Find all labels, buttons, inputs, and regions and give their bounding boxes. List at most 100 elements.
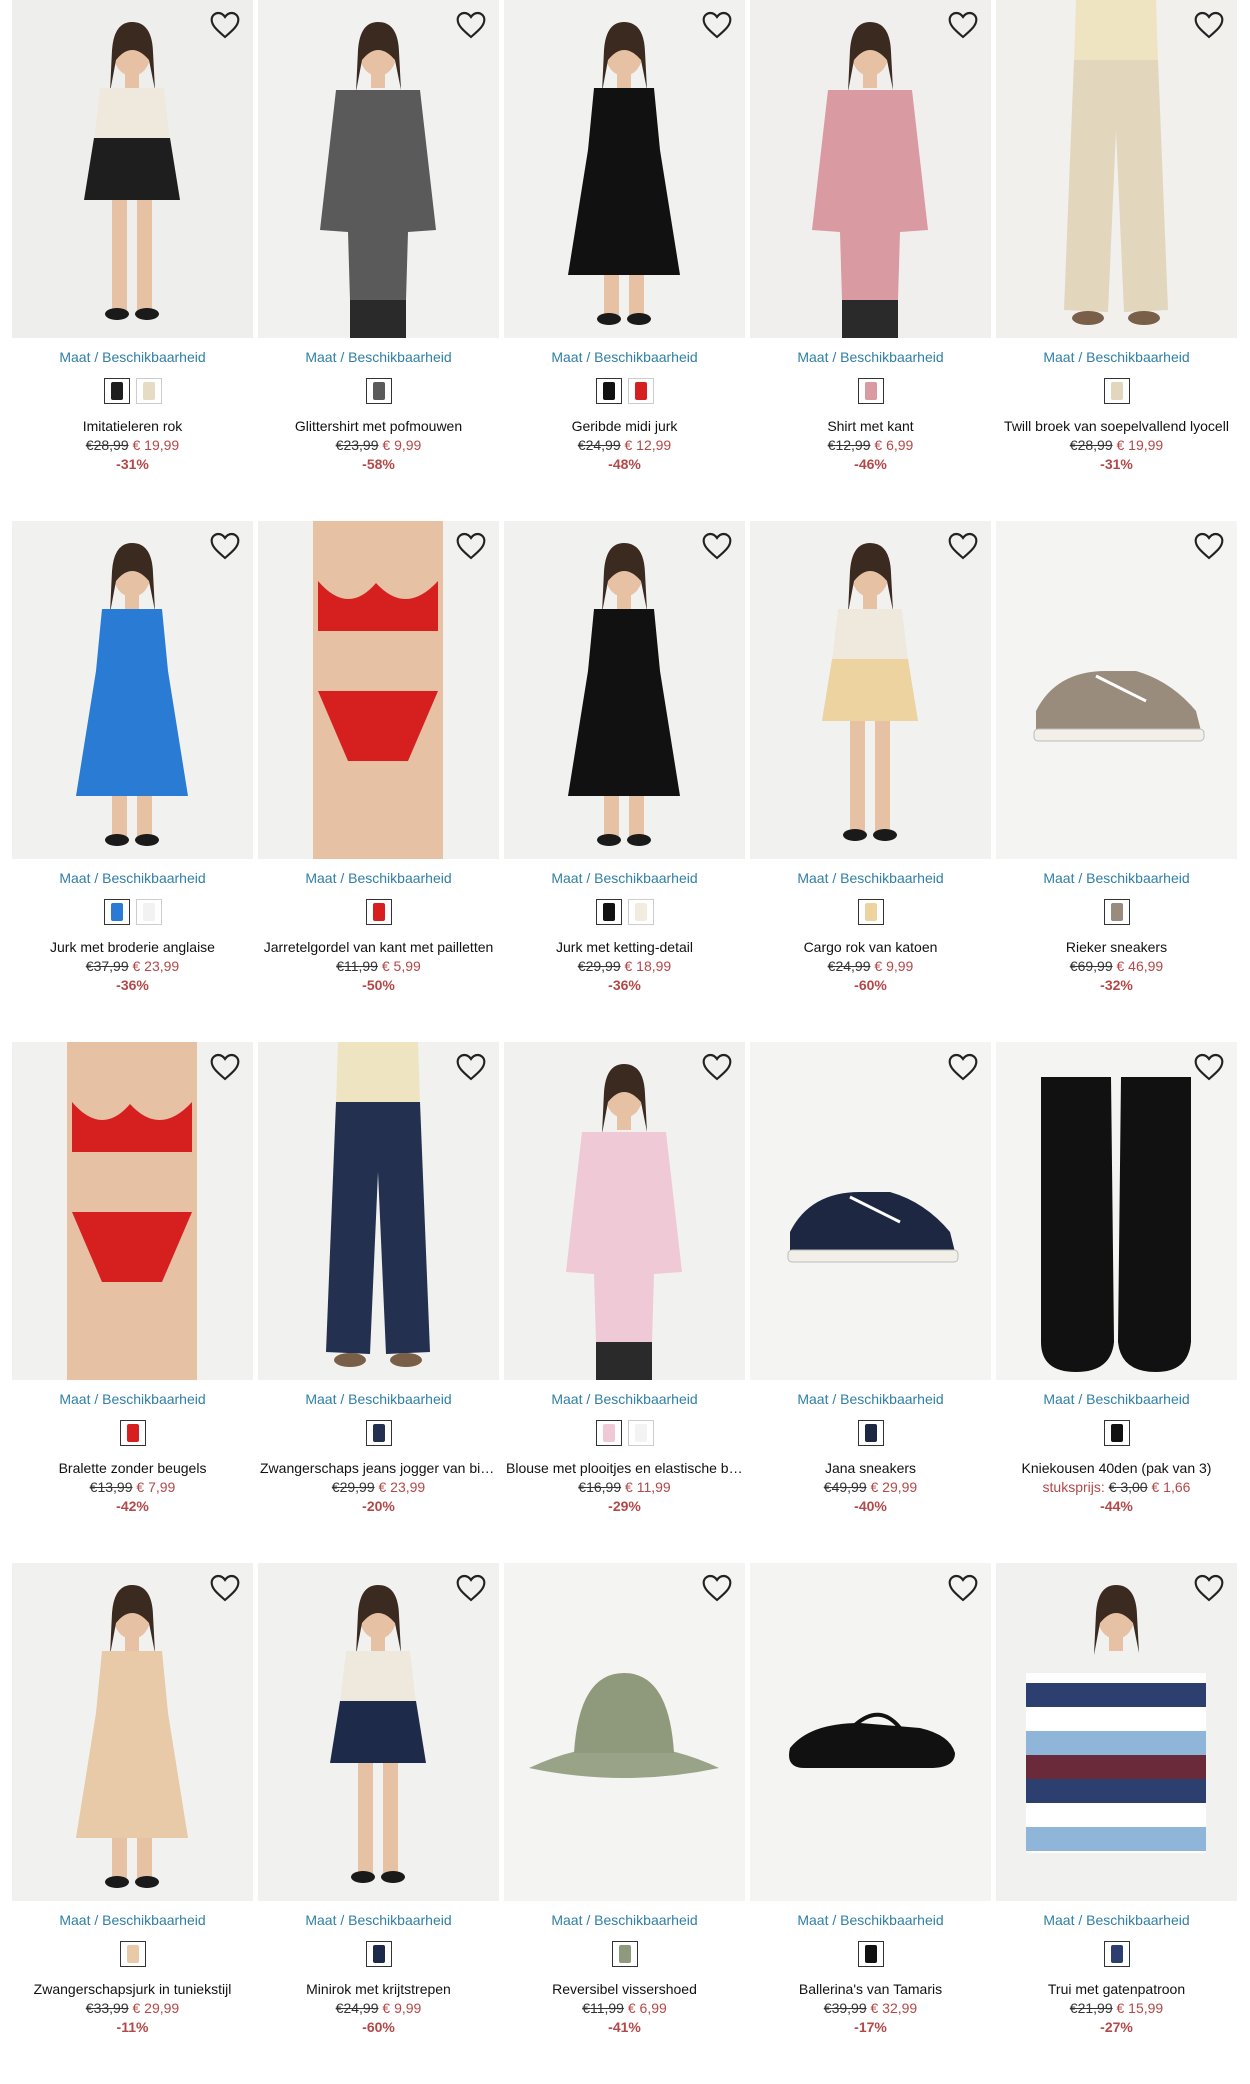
product-image[interactable] <box>750 1563 991 1901</box>
size-availability-link[interactable]: Maat / Beschikbaarheid <box>12 1912 253 1928</box>
color-swatch[interactable] <box>627 378 654 404</box>
product-name[interactable]: Imitatieleren rok <box>12 418 253 434</box>
product-name[interactable]: Minirok met krijtstrepen <box>258 1981 499 1997</box>
color-swatch[interactable] <box>119 1420 146 1446</box>
product-card[interactable]: Maat / Beschikbaarheid Kniekousen 40den … <box>996 1042 1237 1563</box>
product-image[interactable] <box>996 521 1237 859</box>
product-image[interactable] <box>12 0 253 338</box>
color-swatch[interactable] <box>857 1420 884 1446</box>
color-swatch[interactable] <box>135 378 162 404</box>
product-card[interactable]: Maat / Beschikbaarheid Cargo rok van kat… <box>750 521 991 1042</box>
product-card[interactable]: Maat / Beschikbaarheid Minirok met krijt… <box>258 1563 499 2084</box>
color-swatch[interactable] <box>365 1420 392 1446</box>
product-name[interactable]: Kniekousen 40den (pak van 3) <box>996 1460 1237 1476</box>
product-card[interactable]: Maat / Beschikbaarheid Reversibel visser… <box>504 1563 745 2084</box>
color-swatch[interactable] <box>135 899 162 925</box>
wishlist-heart-icon[interactable] <box>209 10 241 40</box>
product-name[interactable]: Jurk met ketting-detail <box>504 939 745 955</box>
wishlist-heart-icon[interactable] <box>1193 1573 1225 1603</box>
color-swatch[interactable] <box>595 378 622 404</box>
wishlist-heart-icon[interactable] <box>701 10 733 40</box>
product-card[interactable]: Maat / Beschikbaarheid Jurk met broderie… <box>12 521 253 1042</box>
product-card[interactable]: Maat / Beschikbaarheid Jana sneakers €49… <box>750 1042 991 1563</box>
product-card[interactable]: Maat / Beschikbaarheid Geribde midi jurk… <box>504 0 745 521</box>
product-card[interactable]: Maat / Beschikbaarheid Trui met gatenpat… <box>996 1563 1237 2084</box>
product-image[interactable] <box>750 1042 991 1380</box>
wishlist-heart-icon[interactable] <box>1193 531 1225 561</box>
color-swatch[interactable] <box>365 378 392 404</box>
product-name[interactable]: Cargo rok van katoen <box>750 939 991 955</box>
product-name[interactable]: Jarretelgordel van kant met pailletten <box>258 939 499 955</box>
size-availability-link[interactable]: Maat / Beschikbaarheid <box>258 1912 499 1928</box>
wishlist-heart-icon[interactable] <box>455 10 487 40</box>
wishlist-heart-icon[interactable] <box>701 1573 733 1603</box>
color-swatch[interactable] <box>1103 1420 1130 1446</box>
color-swatch[interactable] <box>857 378 884 404</box>
product-name[interactable]: Twill broek van soepelvallend lyocell <box>996 418 1237 434</box>
wishlist-heart-icon[interactable] <box>209 531 241 561</box>
product-card[interactable]: Maat / Beschikbaarheid Jarretelgordel va… <box>258 521 499 1042</box>
color-swatch[interactable] <box>627 899 654 925</box>
size-availability-link[interactable]: Maat / Beschikbaarheid <box>750 1391 991 1407</box>
product-image[interactable] <box>750 521 991 859</box>
color-swatch[interactable] <box>103 899 130 925</box>
product-name[interactable]: Bralette zonder beugels <box>12 1460 253 1476</box>
wishlist-heart-icon[interactable] <box>1193 1052 1225 1082</box>
size-availability-link[interactable]: Maat / Beschikbaarheid <box>996 349 1237 365</box>
product-image[interactable] <box>12 1563 253 1901</box>
size-availability-link[interactable]: Maat / Beschikbaarheid <box>12 1391 253 1407</box>
product-card[interactable]: Maat / Beschikbaarheid Shirt met kant €1… <box>750 0 991 521</box>
product-card[interactable]: Maat / Beschikbaarheid Zwangerschaps jea… <box>258 1042 499 1563</box>
wishlist-heart-icon[interactable] <box>209 1573 241 1603</box>
product-image[interactable] <box>504 1563 745 1901</box>
wishlist-heart-icon[interactable] <box>455 531 487 561</box>
wishlist-heart-icon[interactable] <box>209 1052 241 1082</box>
size-availability-link[interactable]: Maat / Beschikbaarheid <box>258 1391 499 1407</box>
product-card[interactable]: Maat / Beschikbaarheid Jurk met ketting-… <box>504 521 745 1042</box>
product-image[interactable] <box>258 521 499 859</box>
size-availability-link[interactable]: Maat / Beschikbaarheid <box>996 1391 1237 1407</box>
product-name[interactable]: Zwangerschaps jeans jogger van biologisc… <box>258 1460 499 1476</box>
product-name[interactable]: Rieker sneakers <box>996 939 1237 955</box>
product-image[interactable] <box>504 521 745 859</box>
product-name[interactable]: Trui met gatenpatroon <box>996 1981 1237 1997</box>
color-swatch[interactable] <box>119 1941 146 1967</box>
product-name[interactable]: Jurk met broderie anglaise <box>12 939 253 955</box>
color-swatch[interactable] <box>1103 1941 1130 1967</box>
color-swatch[interactable] <box>1103 899 1130 925</box>
size-availability-link[interactable]: Maat / Beschikbaarheid <box>504 349 745 365</box>
product-name[interactable]: Shirt met kant <box>750 418 991 434</box>
product-card[interactable]: Maat / Beschikbaarheid Imitatieleren rok… <box>12 0 253 521</box>
product-card[interactable]: Maat / Beschikbaarheid Zwangerschapsjurk… <box>12 1563 253 2084</box>
product-card[interactable]: Maat / Beschikbaarheid Ballerina's van T… <box>750 1563 991 2084</box>
wishlist-heart-icon[interactable] <box>947 10 979 40</box>
product-name[interactable]: Reversibel vissershoed <box>504 1981 745 1997</box>
product-name[interactable]: Geribde midi jurk <box>504 418 745 434</box>
size-availability-link[interactable]: Maat / Beschikbaarheid <box>12 349 253 365</box>
product-card[interactable]: Maat / Beschikbaarheid Blouse met plooit… <box>504 1042 745 1563</box>
size-availability-link[interactable]: Maat / Beschikbaarheid <box>504 1912 745 1928</box>
product-card[interactable]: Maat / Beschikbaarheid Rieker sneakers €… <box>996 521 1237 1042</box>
color-swatch[interactable] <box>611 1941 638 1967</box>
product-card[interactable]: Maat / Beschikbaarheid Twill broek van s… <box>996 0 1237 521</box>
product-name[interactable]: Glittershirt met pofmouwen <box>258 418 499 434</box>
color-swatch[interactable] <box>365 1941 392 1967</box>
size-availability-link[interactable]: Maat / Beschikbaarheid <box>750 870 991 886</box>
product-image[interactable] <box>258 1563 499 1901</box>
color-swatch[interactable] <box>857 1941 884 1967</box>
size-availability-link[interactable]: Maat / Beschikbaarheid <box>12 870 253 886</box>
wishlist-heart-icon[interactable] <box>455 1573 487 1603</box>
size-availability-link[interactable]: Maat / Beschikbaarheid <box>996 1912 1237 1928</box>
wishlist-heart-icon[interactable] <box>701 531 733 561</box>
product-image[interactable] <box>996 1042 1237 1380</box>
product-image[interactable] <box>12 1042 253 1380</box>
product-card[interactable]: Maat / Beschikbaarheid Bralette zonder b… <box>12 1042 253 1563</box>
product-name[interactable]: Ballerina's van Tamaris <box>750 1981 991 1997</box>
wishlist-heart-icon[interactable] <box>947 1052 979 1082</box>
wishlist-heart-icon[interactable] <box>1193 10 1225 40</box>
product-image[interactable] <box>504 1042 745 1380</box>
color-swatch[interactable] <box>1103 378 1130 404</box>
color-swatch[interactable] <box>365 899 392 925</box>
color-swatch[interactable] <box>103 378 130 404</box>
size-availability-link[interactable]: Maat / Beschikbaarheid <box>750 349 991 365</box>
